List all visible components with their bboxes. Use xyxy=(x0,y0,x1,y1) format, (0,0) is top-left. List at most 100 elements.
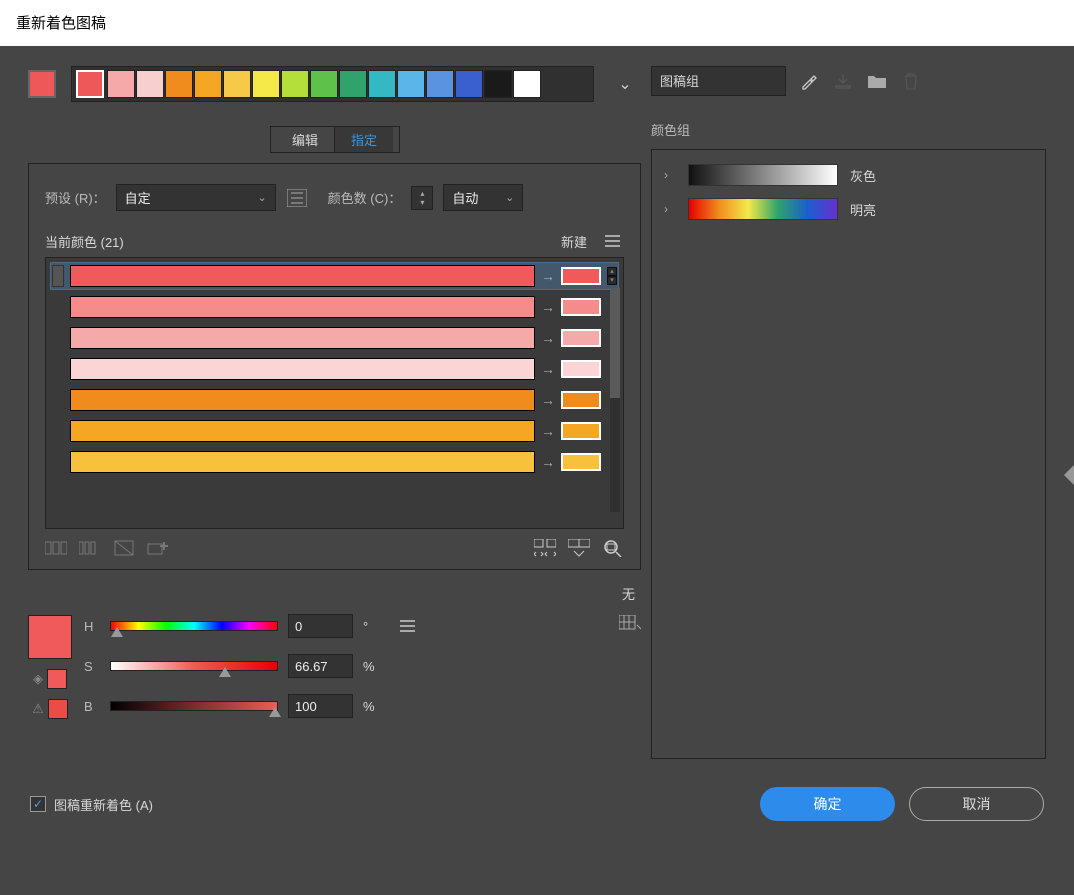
palette-dropdown[interactable]: ⌄ xyxy=(609,66,641,102)
to-color-chip[interactable] xyxy=(561,360,601,378)
chip-stepper[interactable]: ▴▾ xyxy=(607,267,617,285)
tab-edit[interactable]: 编辑 xyxy=(276,127,335,152)
palette-swatch[interactable] xyxy=(107,70,135,98)
palette-swatch[interactable] xyxy=(165,70,193,98)
cube-icon: ◈ xyxy=(33,671,43,687)
eyedropper-icon[interactable] xyxy=(798,70,820,92)
save-group-icon xyxy=(832,70,854,92)
arrow-icon: → xyxy=(541,361,555,377)
hsb-menu-icon[interactable] xyxy=(396,616,419,636)
expand-panel-icon[interactable] xyxy=(1064,465,1074,485)
row-handle[interactable] xyxy=(52,265,64,287)
palette-swatch[interactable] xyxy=(368,70,396,98)
color-mapping-list: →▴▾ → → → → → → xyxy=(45,257,624,529)
preset-options-icon[interactable] xyxy=(286,187,308,209)
color-mapping-row[interactable]: → xyxy=(50,448,619,476)
colorcount-stepper[interactable]: ▴▾ xyxy=(411,186,433,210)
preset-select[interactable]: 自定⌄ xyxy=(116,184,276,211)
from-color-bar[interactable] xyxy=(70,451,535,473)
to-color-chip[interactable] xyxy=(561,453,601,471)
palette-swatch[interactable] xyxy=(455,70,483,98)
to-color-chip[interactable] xyxy=(561,391,601,409)
palette-swatch[interactable] xyxy=(513,70,541,98)
artwork-group-field[interactable]: 图稿组 xyxy=(651,66,786,96)
checkbox-label: 图稿重新着色 (A) xyxy=(54,795,153,814)
current-colors-label: 当前颜色 (21) xyxy=(45,232,124,251)
arrow-icon: → xyxy=(541,392,555,408)
warning-icon: ⚠ xyxy=(32,701,44,717)
from-color-bar[interactable] xyxy=(70,327,535,349)
list-menu-icon[interactable] xyxy=(601,231,624,251)
arrow-icon: → xyxy=(541,423,555,439)
color-mapping-row[interactable]: → xyxy=(50,417,619,445)
palette-swatch[interactable] xyxy=(194,70,222,98)
separate-icon[interactable] xyxy=(534,539,556,557)
palette-swatch[interactable] xyxy=(339,70,367,98)
current-color-swatch[interactable] xyxy=(28,615,72,659)
folder-icon[interactable] xyxy=(866,70,888,92)
sat-input[interactable] xyxy=(288,654,353,678)
from-color-bar[interactable] xyxy=(70,389,535,411)
new-column-label: 新建 xyxy=(561,232,587,251)
palette-swatch[interactable] xyxy=(397,70,425,98)
from-color-bar[interactable] xyxy=(70,420,535,442)
palette-swatch[interactable] xyxy=(76,70,104,98)
list-scrollbar[interactable] xyxy=(610,288,620,512)
palette-swatch[interactable] xyxy=(252,70,280,98)
hue-input[interactable] xyxy=(288,614,353,638)
sort-hue-icon[interactable] xyxy=(45,539,67,557)
to-color-chip[interactable] xyxy=(561,329,601,347)
merge-icon[interactable] xyxy=(568,539,590,557)
exclude-icon[interactable] xyxy=(113,539,135,557)
artwork-palette[interactable] xyxy=(71,66,594,102)
palette-swatch[interactable] xyxy=(484,70,512,98)
websafe-swatch[interactable] xyxy=(47,669,67,689)
gamut-swatch[interactable] xyxy=(48,699,68,719)
chevron-right-icon: › xyxy=(664,168,676,182)
sat-label: S xyxy=(84,659,100,674)
from-color-bar[interactable] xyxy=(70,358,535,380)
color-mapping-row[interactable]: →▴▾ xyxy=(50,262,619,290)
color-mapping-row[interactable]: → xyxy=(50,386,619,414)
palette-swatch[interactable] xyxy=(223,70,251,98)
window-title: 重新着色图稿 xyxy=(0,0,1074,46)
from-color-bar[interactable] xyxy=(70,265,535,287)
color-mapping-row[interactable]: → xyxy=(50,293,619,321)
palette-swatch[interactable] xyxy=(136,70,164,98)
swatches-grid-icon[interactable] xyxy=(619,615,641,631)
color-group-item[interactable]: ›灰色 xyxy=(660,158,1037,192)
hue-unit: ° xyxy=(363,619,368,634)
recolor-artwork-checkbox[interactable]: ✓ 图稿重新着色 (A) xyxy=(30,795,153,814)
sat-slider[interactable] xyxy=(110,661,278,671)
palette-swatch[interactable] xyxy=(426,70,454,98)
arrow-icon: → xyxy=(541,330,555,346)
new-row-icon[interactable] xyxy=(147,539,169,557)
hue-slider[interactable] xyxy=(110,621,278,631)
palette-swatch[interactable] xyxy=(281,70,309,98)
active-swatch[interactable] xyxy=(28,70,56,98)
colorcount-value: 自动 xyxy=(452,188,478,207)
tab-assign[interactable]: 指定 xyxy=(335,127,393,152)
colorcount-select[interactable]: 自动⌄ xyxy=(443,184,523,211)
checkbox-icon: ✓ xyxy=(30,796,46,812)
to-color-chip[interactable] xyxy=(561,298,601,316)
bri-input[interactable] xyxy=(288,694,353,718)
find-icon[interactable] xyxy=(602,539,624,557)
to-color-chip[interactable] xyxy=(561,422,601,440)
palette-swatch[interactable] xyxy=(310,70,338,98)
sort-lightness-icon[interactable] xyxy=(79,539,101,557)
color-group-item[interactable]: ›明亮 xyxy=(660,192,1037,226)
none-label: 无 xyxy=(622,584,635,603)
from-color-bar[interactable] xyxy=(70,296,535,318)
arrow-icon: → xyxy=(541,454,555,470)
bri-label: B xyxy=(84,699,100,714)
color-mapping-row[interactable]: → xyxy=(50,355,619,383)
bri-slider[interactable] xyxy=(110,701,278,711)
cancel-button[interactable]: 取消 xyxy=(909,787,1044,821)
color-mapping-row[interactable]: → xyxy=(50,324,619,352)
hue-label: H xyxy=(84,619,100,634)
ok-button[interactable]: 确定 xyxy=(760,787,895,821)
group-preview xyxy=(688,164,838,186)
to-color-chip[interactable] xyxy=(561,267,601,285)
bri-unit: % xyxy=(363,699,375,714)
